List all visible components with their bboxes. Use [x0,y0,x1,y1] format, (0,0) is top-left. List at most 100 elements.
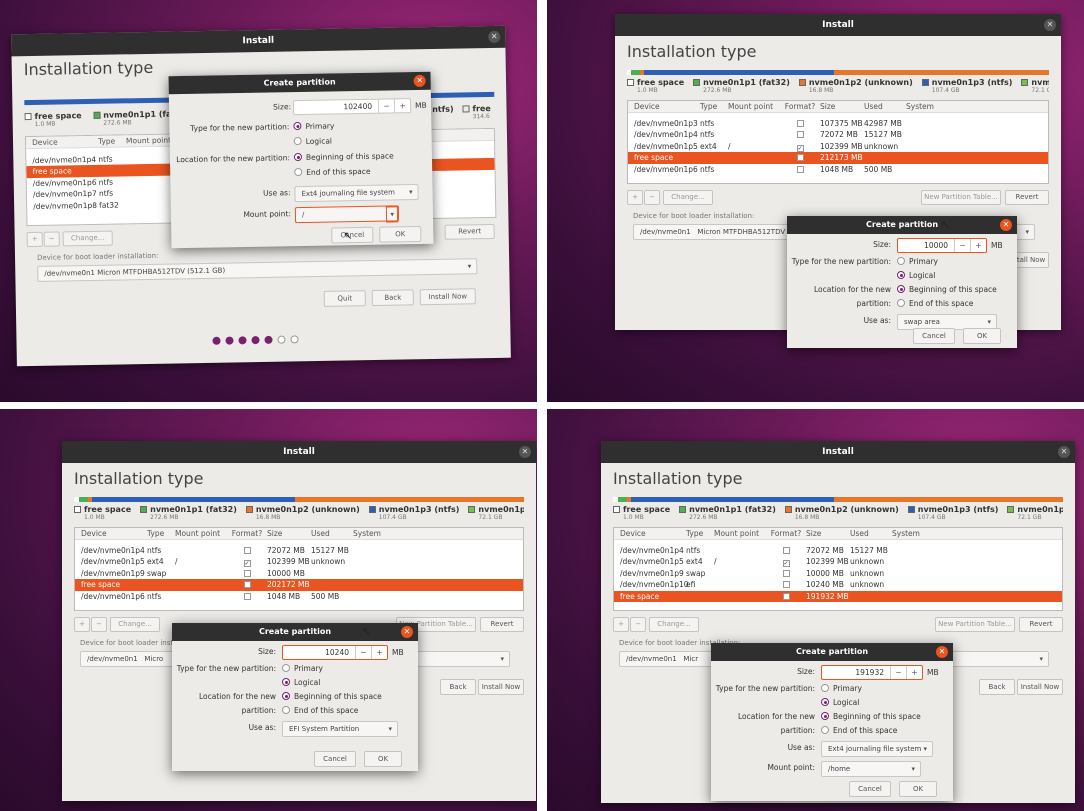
format-checkbox[interactable] [782,546,790,554]
format-checkbox[interactable] [243,546,251,554]
table-row[interactable]: free space 202172 MB [75,579,523,591]
table-row[interactable]: /dev/nvme0n1p5 ext4 / ✓ 102399 MB unknow… [614,556,1062,568]
back-button[interactable]: Back [440,679,476,695]
format-checkbox[interactable]: ✓ [243,560,251,567]
add-partition-button[interactable]: + [613,617,629,632]
remove-partition-button[interactable]: − [43,231,60,247]
install-now-button[interactable]: Install Now [1017,679,1063,695]
primary-radio[interactable]: Primary [821,682,862,696]
back-button[interactable]: Back [371,289,414,307]
dialog-close-icon[interactable]: ✕ [1000,219,1012,231]
increment-button[interactable]: + [371,646,387,659]
size-spinner[interactable]: 10240− + [282,645,388,660]
close-icon[interactable]: ✕ [519,446,531,458]
logical-radio[interactable]: Logical [821,696,859,710]
back-button[interactable]: Back [979,679,1015,695]
revert-button[interactable]: Revert [1005,190,1049,205]
size-spinner[interactable]: 102400− + [292,98,412,116]
table-row[interactable]: /dev/nvme0n1p5 ext4 / ✓ 102399 MB unknow… [75,556,523,568]
increment-button[interactable]: + [393,99,411,113]
use-as-select[interactable]: Ext4 journaling file system ▾ [294,183,419,203]
revert-button[interactable]: Revert [480,617,524,632]
primary-radio[interactable]: Primary [282,662,323,676]
increment-button[interactable]: + [970,239,986,252]
beginning-radio[interactable]: Beginning of this space [821,710,921,724]
close-icon[interactable]: ✕ [1044,19,1056,31]
change-partition-button[interactable]: Change... [663,190,713,205]
add-partition-button[interactable]: + [74,617,90,632]
add-partition-button[interactable]: + [26,231,43,248]
mount-point-combo[interactable]: /home ▾ [821,761,921,777]
format-checkbox[interactable] [243,581,251,588]
new-partition-table-button[interactable]: New Partition Table... [935,617,1015,632]
format-checkbox[interactable] [243,569,251,577]
table-row[interactable]: /dev/nvme0n1p5 ext4 / ✓ 102399 MB unknow… [628,141,1048,153]
end-radio[interactable]: End of this space [821,724,897,738]
change-partition-button[interactable]: Change... [649,617,699,632]
format-checkbox[interactable] [796,131,804,138]
format-checkbox[interactable] [243,592,251,600]
table-row[interactable]: /dev/nvme0n1p9 swap 10000 MB [75,568,523,580]
format-checkbox[interactable] [782,569,790,577]
decrement-button[interactable]: − [377,99,395,113]
ok-button[interactable]: OK [963,328,1001,344]
beginning-radio[interactable]: Beginning of this space [282,690,382,704]
format-checkbox[interactable] [796,165,804,173]
format-checkbox[interactable]: ✓ [782,560,790,567]
change-partition-button[interactable]: Change... [110,617,160,632]
size-spinner[interactable]: 10000− + [897,238,987,253]
logical-radio[interactable]: Logical [282,676,320,690]
quit-button[interactable]: Quit [323,290,366,307]
install-now-button[interactable]: Install Now [419,288,476,306]
new-partition-table-button[interactable]: New Partition Table... [921,190,1001,205]
size-input[interactable]: 102400 [294,100,378,114]
remove-partition-button[interactable]: − [630,617,646,632]
table-row[interactable]: /dev/nvme0n1p10 efi 10240 MB unknown [614,579,1062,591]
add-partition-button[interactable]: + [627,190,643,205]
end-radio[interactable]: End of this space [282,704,358,718]
use-as-select[interactable]: Ext4 journaling file system ▾ [821,741,933,757]
dialog-close-icon[interactable]: ✕ [401,626,413,638]
ok-button[interactable]: OK [364,751,402,767]
format-checkbox[interactable] [782,592,790,600]
logical-radio[interactable]: Logical [897,269,935,283]
boot-device-select[interactable]: /dev/nvme0n1 Micron MTFDHBA512TDV (512.1… [37,258,478,282]
revert-button[interactable]: Revert [444,223,495,240]
format-checkbox[interactable]: ✓ [796,144,804,152]
size-input[interactable]: 10000 [898,239,954,252]
table-row[interactable]: /dev/nvme0n1p3 ntfs 107375 MB 42987 MB [628,118,1048,130]
primary-radio[interactable]: Primary [897,255,938,269]
decrement-button[interactable]: − [355,646,371,659]
ok-button[interactable]: OK [899,781,937,797]
change-partition-button[interactable]: Change... [62,230,113,247]
size-input[interactable]: 191932 [822,666,890,679]
table-row[interactable]: /dev/nvme0n1p4 ntfs 72072 MB 15127 MB [614,545,1062,557]
table-row[interactable]: free space 191932 MB [614,590,1062,602]
end-radio[interactable]: End of this space [897,297,973,311]
beginning-radio[interactable]: Beginning of this space [897,283,997,297]
beginning-radio[interactable]: Beginning of this space [293,149,394,165]
mount-point-combo[interactable]: / ▾ [294,205,400,224]
install-now-button[interactable]: Install Now [478,679,524,695]
cancel-button[interactable]: Cancel [913,328,955,344]
decrement-button[interactable]: − [954,239,970,252]
decrement-button[interactable]: − [890,666,906,679]
remove-partition-button[interactable]: − [91,617,107,632]
cancel-button[interactable]: Cancel [314,751,356,767]
format-checkbox[interactable] [796,119,804,127]
use-as-select[interactable]: EFI System Partition ▾ [282,721,398,737]
table-row[interactable]: /dev/nvme0n1p4 ntfs 72072 MB 15127 MB [75,545,523,557]
ok-button[interactable]: OK [379,225,422,243]
end-radio[interactable]: End of this space [294,165,371,180]
table-row[interactable]: free space 212173 MB [628,152,1048,164]
increment-button[interactable]: + [906,666,922,679]
remove-partition-button[interactable]: − [644,190,660,205]
table-row[interactable]: /dev/nvme0n1p6 ntfs 1048 MB 500 MB [75,591,523,603]
table-row[interactable]: /dev/nvme0n1p9 swap 10000 MB unknown [614,568,1062,580]
revert-button[interactable]: Revert [1019,617,1063,632]
primary-radio[interactable]: Primary [293,119,334,134]
logical-radio[interactable]: Logical [293,134,333,149]
close-icon[interactable]: ✕ [1058,446,1070,458]
table-row[interactable]: /dev/nvme0n1p4 ntfs 72072 MB 15127 MB [628,129,1048,141]
format-checkbox[interactable] [796,154,804,161]
